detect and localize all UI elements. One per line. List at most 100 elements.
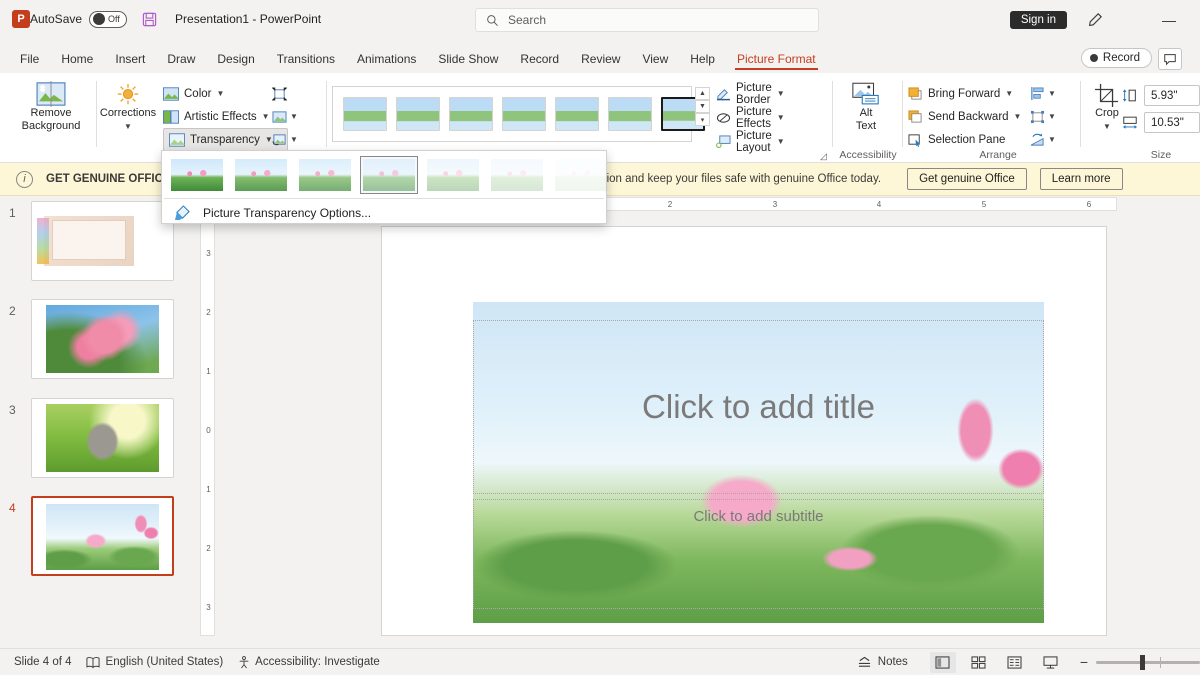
language-indicator[interactable]: English (United States) bbox=[106, 656, 224, 668]
get-genuine-office-button[interactable]: Get genuine Office bbox=[907, 168, 1027, 190]
picture-transparency-options-menu-item[interactable]: Picture Transparency Options... bbox=[162, 199, 606, 226]
tab-help[interactable]: Help bbox=[680, 48, 725, 70]
picture-styles-gallery[interactable] bbox=[332, 86, 705, 142]
slide-sorter-view-button[interactable] bbox=[966, 652, 992, 673]
hruler-tick-7: 5 bbox=[981, 199, 987, 209]
chevron-down-icon: ▼ bbox=[776, 89, 785, 98]
tab-slide-show[interactable]: Slide Show bbox=[428, 48, 508, 70]
picture-style-3[interactable] bbox=[449, 97, 493, 131]
pen-icon[interactable] bbox=[1086, 11, 1104, 29]
picture-effects-button[interactable]: Picture Effects ▼ bbox=[716, 106, 785, 130]
notes-button[interactable]: Notes bbox=[857, 656, 908, 669]
save-icon[interactable] bbox=[141, 11, 157, 27]
vruler-tick-2: 1 bbox=[206, 367, 211, 376]
picture-style-6[interactable] bbox=[608, 97, 652, 131]
transparency-preset-80[interactable] bbox=[488, 156, 546, 194]
tab-picture-format[interactable]: Picture Format bbox=[727, 48, 826, 70]
tab-insert[interactable]: Insert bbox=[105, 48, 155, 70]
tab-transitions[interactable]: Transitions bbox=[267, 48, 345, 70]
banner-headline: GET GENUINE OFFICE bbox=[46, 173, 171, 185]
comments-button[interactable] bbox=[1158, 48, 1182, 70]
artistic-effects-label: Artistic Effects bbox=[184, 110, 257, 123]
remove-background-button[interactable]: Remove Background bbox=[10, 73, 92, 133]
divider bbox=[902, 81, 903, 147]
gallery-scroll-buttons[interactable]: ▲ ▼ ▾ bbox=[695, 87, 710, 126]
zoom-slider-thumb[interactable] bbox=[1140, 654, 1145, 670]
reading-view-button[interactable] bbox=[1002, 652, 1028, 673]
shape-height-field[interactable]: 5.93" bbox=[1144, 85, 1200, 106]
zoom-slider-midpoint bbox=[1160, 656, 1161, 668]
transparency-dropdown-menu[interactable]: Picture Transparency Options... bbox=[161, 150, 607, 224]
picture-layout-button[interactable]: Picture Layout ▼ bbox=[716, 130, 785, 154]
picture-style-4[interactable] bbox=[502, 97, 546, 131]
picture-style-2[interactable] bbox=[396, 97, 440, 131]
slide-thumbnail-1[interactable] bbox=[31, 201, 174, 281]
align-objects-button[interactable]: ▼ bbox=[1030, 82, 1076, 105]
shape-width-field[interactable]: 10.53" bbox=[1144, 112, 1200, 133]
editor-body: 1 2 3 4 2 1 0 bbox=[0, 196, 1200, 648]
chevron-down-icon: ▼ bbox=[124, 122, 132, 131]
transparency-preset-95[interactable] bbox=[552, 156, 610, 194]
tab-draw[interactable]: Draw bbox=[157, 48, 205, 70]
autosave-toggle[interactable]: Off bbox=[89, 10, 128, 28]
shape-width-control[interactable]: 10.53" bbox=[1122, 112, 1200, 133]
tab-record[interactable]: Record bbox=[510, 48, 569, 70]
reset-picture-button[interactable]: ▼ bbox=[272, 128, 320, 151]
vruler-tick-0: 3 bbox=[206, 249, 211, 258]
picture-border-button[interactable]: Picture Border ▼ bbox=[716, 82, 785, 106]
tab-design[interactable]: Design bbox=[207, 48, 264, 70]
transparency-button[interactable]: Transparency ▼ bbox=[163, 128, 288, 151]
minimize-icon[interactable]: — bbox=[1160, 11, 1178, 29]
change-picture-button[interactable]: ▼ bbox=[272, 105, 320, 128]
transparency-preset-0[interactable] bbox=[168, 156, 226, 194]
slide-show-button[interactable] bbox=[1038, 652, 1064, 673]
search-box[interactable]: Search bbox=[475, 8, 819, 32]
subtitle-placeholder[interactable]: Click to add subtitle bbox=[473, 499, 1044, 609]
tab-file[interactable]: File bbox=[10, 48, 49, 70]
scroll-up-icon[interactable]: ▲ bbox=[695, 87, 710, 100]
slide-thumbnail-3[interactable] bbox=[31, 398, 174, 478]
chevron-down-icon: ▼ bbox=[776, 113, 785, 122]
zoom-slider[interactable] bbox=[1096, 654, 1200, 670]
slide-canvas[interactable]: Click to add title Click to add subtitle bbox=[381, 226, 1107, 636]
shape-height-control[interactable]: 5.93" bbox=[1122, 85, 1200, 106]
record-button[interactable]: Record bbox=[1080, 48, 1152, 68]
tab-home[interactable]: Home bbox=[51, 48, 103, 70]
normal-view-button[interactable] bbox=[929, 651, 956, 673]
picture-style-1[interactable] bbox=[343, 97, 387, 131]
alt-text-button[interactable]: Alt Text bbox=[838, 73, 894, 133]
zoom-out-icon[interactable]: − bbox=[1080, 654, 1088, 670]
transparency-preset-65[interactable] bbox=[424, 156, 482, 194]
slide-thumbnail-4[interactable] bbox=[31, 496, 174, 576]
accessibility-status[interactable]: Accessibility: Investigate bbox=[255, 656, 380, 668]
hruler-tick-4: 2 bbox=[667, 199, 673, 209]
transparency-preset-50[interactable] bbox=[360, 156, 418, 194]
divider bbox=[1080, 81, 1081, 147]
chevron-down-icon: ▼ bbox=[290, 135, 298, 144]
send-backward-icon bbox=[908, 109, 923, 124]
alt-text-icon bbox=[851, 82, 881, 107]
title-placeholder[interactable]: Click to add title bbox=[473, 320, 1044, 494]
record-button-label: Record bbox=[1102, 52, 1140, 64]
spell-check-icon[interactable] bbox=[86, 656, 100, 669]
transparency-preset-30[interactable] bbox=[296, 156, 354, 194]
compress-pictures-button[interactable] bbox=[272, 82, 320, 105]
tab-review[interactable]: Review bbox=[571, 48, 630, 70]
slide-counter[interactable]: Slide 4 of 4 bbox=[14, 656, 72, 668]
rotate-objects-button[interactable]: ▼ bbox=[1030, 128, 1076, 151]
group-objects-button[interactable]: ▼ bbox=[1030, 105, 1076, 128]
search-placeholder: Search bbox=[508, 13, 547, 27]
transparency-preset-15[interactable] bbox=[232, 156, 290, 194]
more-styles-icon[interactable]: ▾ bbox=[695, 113, 710, 126]
corrections-button[interactable]: Corrections ▼ bbox=[100, 73, 156, 133]
picture-style-5[interactable] bbox=[555, 97, 599, 131]
sign-in-button[interactable]: Sign in bbox=[1009, 11, 1067, 29]
slide-thumbnail-2[interactable] bbox=[31, 299, 174, 379]
scroll-down-icon[interactable]: ▼ bbox=[695, 100, 710, 113]
tab-animations[interactable]: Animations bbox=[347, 48, 426, 70]
tab-view[interactable]: View bbox=[632, 48, 678, 70]
learn-more-button[interactable]: Learn more bbox=[1039, 168, 1123, 190]
dialog-launcher-icon[interactable]: ◿ bbox=[820, 151, 827, 162]
slide-thumbnail-panel[interactable]: 1 2 3 4 bbox=[0, 196, 195, 648]
remove-background-icon bbox=[36, 81, 66, 107]
